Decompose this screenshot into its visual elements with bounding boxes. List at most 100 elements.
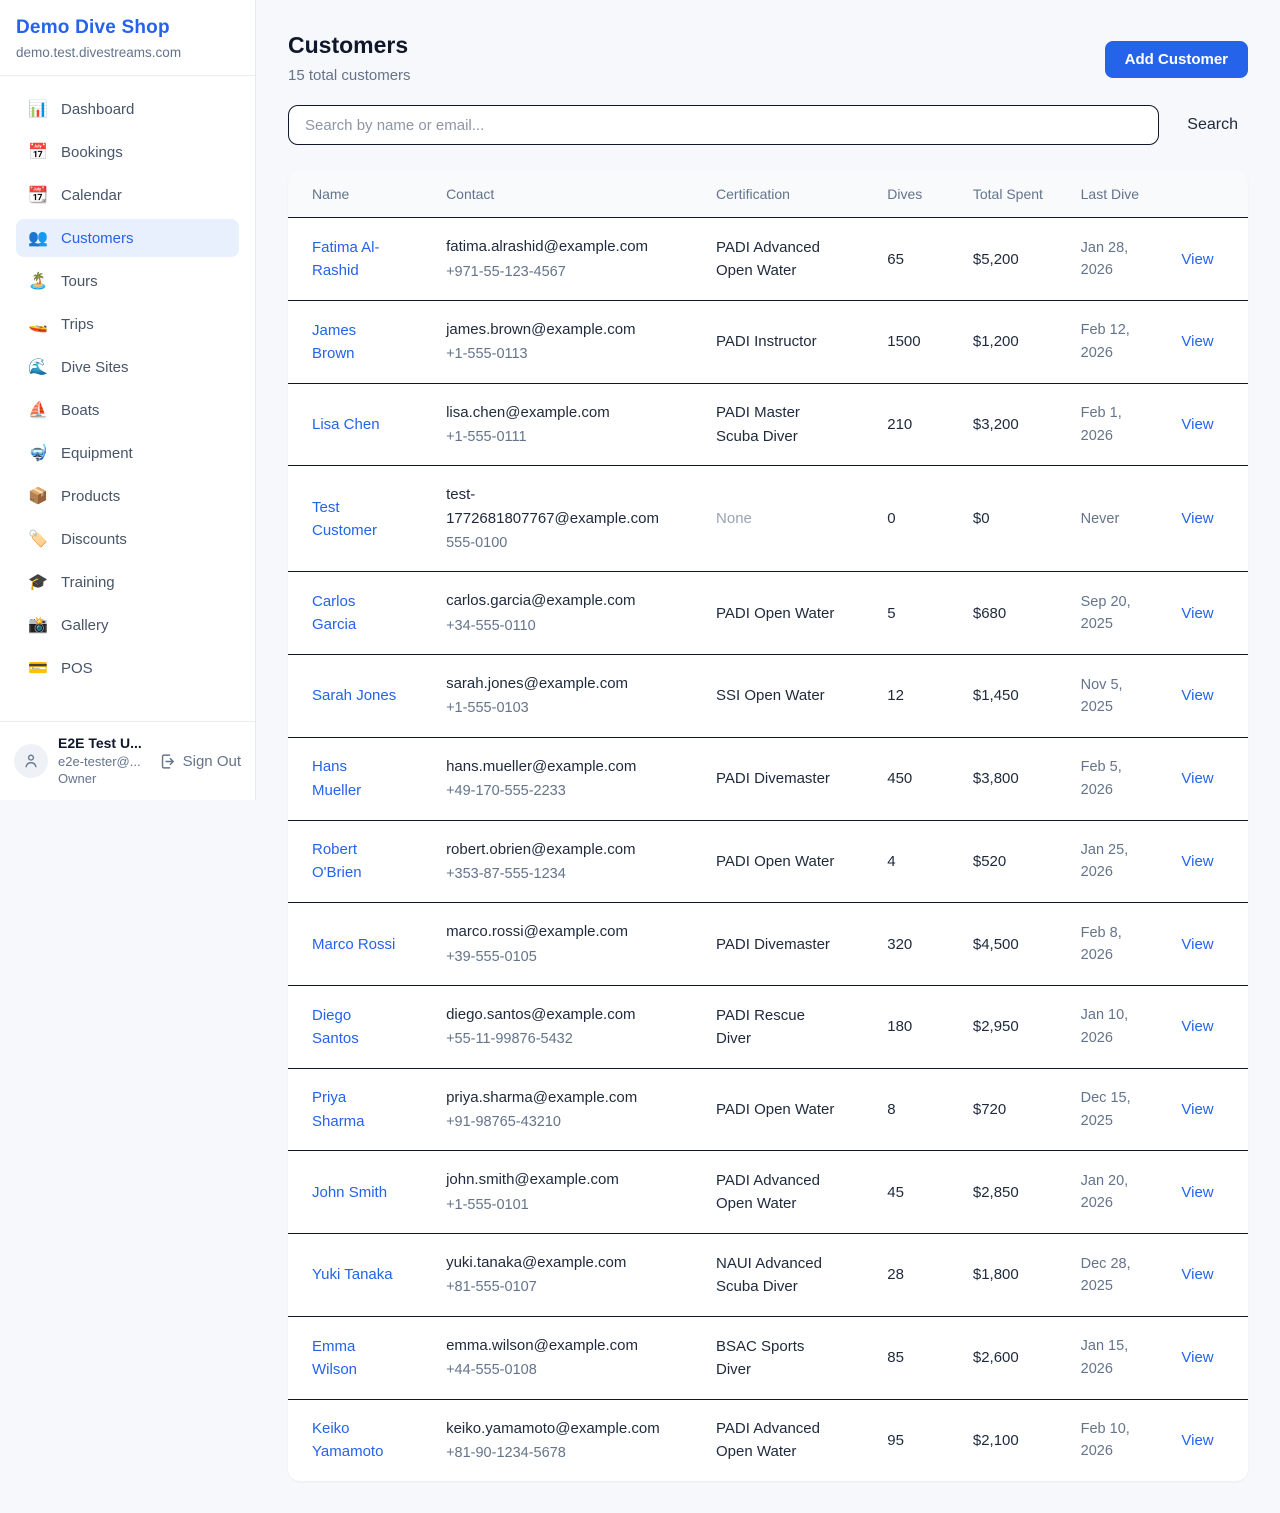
sidebar-item-calendar[interactable]: 📆 Calendar bbox=[16, 176, 239, 214]
view-link[interactable]: View bbox=[1181, 687, 1213, 704]
customer-email: marco.rossi@example.com bbox=[446, 920, 664, 943]
customer-total-spent: $5,200 bbox=[961, 218, 1069, 301]
customer-name-link[interactable]: James Brown bbox=[312, 322, 356, 362]
view-link[interactable]: View bbox=[1181, 333, 1213, 350]
user-name: E2E Test U... bbox=[58, 734, 149, 753]
customer-name-link[interactable]: Emma Wilson bbox=[312, 1338, 357, 1378]
customer-last-dive: Nov 5, 2025 bbox=[1069, 655, 1170, 738]
customer-dives: 28 bbox=[875, 1234, 961, 1317]
view-link[interactable]: View bbox=[1181, 853, 1213, 870]
brand-block: Demo Dive Shop demo.test.divestreams.com bbox=[0, 0, 255, 76]
sidebar-item-discounts[interactable]: 🏷️ Discounts bbox=[16, 520, 239, 558]
customer-dives: 450 bbox=[875, 737, 961, 820]
sidebar-item-gallery[interactable]: 📸 Gallery bbox=[16, 606, 239, 644]
sidebar-item-equipment[interactable]: 🤿 Equipment bbox=[16, 434, 239, 472]
customer-row: John Smith john.smith@example.com +1-555… bbox=[288, 1151, 1248, 1234]
customer-last-dive: Feb 10, 2026 bbox=[1069, 1399, 1170, 1481]
customer-row: Carlos Garcia carlos.garcia@example.com … bbox=[288, 572, 1248, 655]
sidebar-item-bookings[interactable]: 📅 Bookings bbox=[16, 133, 239, 171]
sidebar-nav: 📊 Dashboard 📅 Bookings 📆 Calendar 👥 Cust… bbox=[0, 76, 255, 692]
main-content: Customers 15 total customers Add Custome… bbox=[256, 0, 1280, 1513]
customer-email: emma.wilson@example.com bbox=[446, 1334, 664, 1357]
customer-name-link[interactable]: Robert O'Brien bbox=[312, 841, 362, 881]
customer-name-link[interactable]: Lisa Chen bbox=[312, 416, 380, 433]
view-link[interactable]: View bbox=[1181, 251, 1213, 268]
customer-name-link[interactable]: Yuki Tanaka bbox=[312, 1266, 393, 1283]
dashboard-icon: 📊 bbox=[28, 99, 48, 119]
add-customer-button[interactable]: Add Customer bbox=[1105, 41, 1248, 78]
column-header-name: Name bbox=[288, 171, 434, 218]
sidebar-item-boats[interactable]: ⛵ Boats bbox=[16, 391, 239, 429]
view-link[interactable]: View bbox=[1181, 1184, 1213, 1201]
sidebar: Demo Dive Shop demo.test.divestreams.com… bbox=[0, 0, 256, 800]
view-link[interactable]: View bbox=[1181, 1266, 1213, 1283]
customer-certification: SSI Open Water bbox=[716, 687, 825, 704]
search-button[interactable]: Search bbox=[1177, 108, 1248, 142]
shop-name: Demo Dive Shop bbox=[16, 17, 239, 39]
customer-email: yuki.tanaka@example.com bbox=[446, 1251, 664, 1274]
customer-name-link[interactable]: Diego Santos bbox=[312, 1007, 359, 1047]
customers-table: Name Contact Certification Dives Total S… bbox=[288, 171, 1248, 1481]
sidebar-item-pos[interactable]: 💳 POS bbox=[16, 649, 239, 687]
customer-row: Hans Mueller hans.mueller@example.com +4… bbox=[288, 737, 1248, 820]
customer-name-link[interactable]: Hans Mueller bbox=[312, 758, 361, 798]
view-link[interactable]: View bbox=[1181, 1349, 1213, 1366]
search-input[interactable] bbox=[288, 105, 1159, 145]
customer-certification: PADI Master Scuba Diver bbox=[716, 404, 800, 444]
customer-last-dive: Jan 28, 2026 bbox=[1069, 218, 1170, 301]
sidebar-item-training[interactable]: 🎓 Training bbox=[16, 563, 239, 601]
view-link[interactable]: View bbox=[1181, 770, 1213, 787]
user-footer: E2E Test U... e2e-tester@... Owner Sign … bbox=[0, 721, 255, 800]
customer-total-spent: $4,500 bbox=[961, 903, 1069, 986]
sidebar-item-trips[interactable]: 🚤 Trips bbox=[16, 305, 239, 343]
customer-certification: None bbox=[716, 510, 752, 527]
avatar bbox=[14, 744, 48, 778]
customer-name-link[interactable]: Marco Rossi bbox=[312, 936, 395, 953]
customer-last-dive: Dec 28, 2025 bbox=[1069, 1234, 1170, 1317]
sidebar-item-products[interactable]: 📦 Products bbox=[16, 477, 239, 515]
customer-total-spent: $2,600 bbox=[961, 1316, 1069, 1399]
customer-certification: PADI Open Water bbox=[716, 853, 834, 870]
pos-icon: 💳 bbox=[28, 658, 48, 678]
column-header-contact: Contact bbox=[434, 171, 704, 218]
customer-phone: +1-555-0101 bbox=[446, 1194, 664, 1216]
customer-total-spent: $1,200 bbox=[961, 301, 1069, 384]
customer-dives: 4 bbox=[875, 820, 961, 903]
sidebar-item-tours[interactable]: 🏝️ Tours bbox=[16, 262, 239, 300]
customer-dives: 5 bbox=[875, 572, 961, 655]
user-role: Owner bbox=[58, 770, 149, 788]
sidebar-item-label: Boats bbox=[61, 402, 99, 419]
discounts-icon: 🏷️ bbox=[28, 529, 48, 549]
customer-phone: 555-0100 bbox=[446, 532, 664, 554]
sidebar-item-label: Discounts bbox=[61, 531, 127, 548]
sign-out-button[interactable]: Sign Out bbox=[159, 753, 241, 770]
sidebar-item-label: Customers bbox=[61, 230, 134, 247]
sidebar-item-label: Tours bbox=[61, 273, 98, 290]
view-link[interactable]: View bbox=[1181, 1432, 1213, 1449]
page-title: Customers bbox=[288, 32, 411, 59]
view-link[interactable]: View bbox=[1181, 1018, 1213, 1035]
customer-name-link[interactable]: Carlos Garcia bbox=[312, 593, 356, 633]
customer-last-dive: Dec 15, 2025 bbox=[1069, 1068, 1170, 1151]
customer-row: Fatima Al-Rashid fatima.alrashid@example… bbox=[288, 218, 1248, 301]
customer-name-link[interactable]: Sarah Jones bbox=[312, 687, 396, 704]
customer-name-link[interactable]: Keiko Yamamoto bbox=[312, 1420, 383, 1460]
view-link[interactable]: View bbox=[1181, 936, 1213, 953]
sidebar-item-customers[interactable]: 👥 Customers bbox=[16, 219, 239, 257]
customer-dives: 45 bbox=[875, 1151, 961, 1234]
customer-phone: +81-90-1234-5678 bbox=[446, 1442, 664, 1464]
view-link[interactable]: View bbox=[1181, 510, 1213, 527]
customer-name-link[interactable]: Priya Sharma bbox=[312, 1089, 365, 1129]
view-link[interactable]: View bbox=[1181, 1101, 1213, 1118]
sidebar-item-dive-sites[interactable]: 🌊 Dive Sites bbox=[16, 348, 239, 386]
sidebar-item-dashboard[interactable]: 📊 Dashboard bbox=[16, 90, 239, 128]
customer-name-link[interactable]: John Smith bbox=[312, 1184, 387, 1201]
customer-name-link[interactable]: Test Customer bbox=[312, 499, 377, 539]
sidebar-item-label: Equipment bbox=[61, 445, 133, 462]
view-link[interactable]: View bbox=[1181, 605, 1213, 622]
view-link[interactable]: View bbox=[1181, 416, 1213, 433]
customer-name-link[interactable]: Fatima Al-Rashid bbox=[312, 239, 380, 279]
customer-dives: 85 bbox=[875, 1316, 961, 1399]
bookings-icon: 📅 bbox=[28, 142, 48, 162]
customer-phone: +81-555-0107 bbox=[446, 1276, 664, 1298]
